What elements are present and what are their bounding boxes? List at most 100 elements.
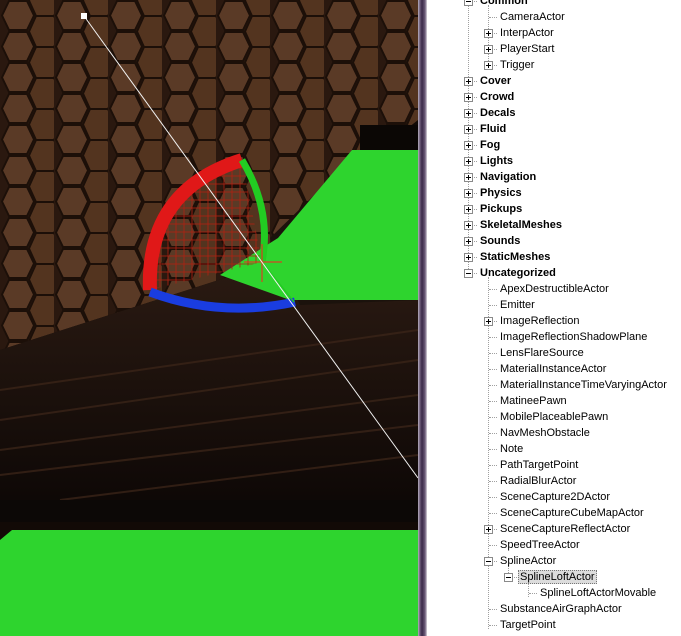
tree-item[interactable]: SpeedTreeActor bbox=[498, 537, 582, 553]
expand-plus-icon[interactable] bbox=[464, 141, 473, 150]
tree-item[interactable]: ApexDestructibleActor bbox=[498, 281, 611, 297]
expand-plus-icon[interactable] bbox=[484, 45, 493, 54]
tree-item[interactable]: SceneCapture2DActor bbox=[498, 489, 612, 505]
tree-item-label: Cover bbox=[480, 75, 512, 87]
expand-plus-icon[interactable] bbox=[464, 237, 473, 246]
mid-dark-band bbox=[0, 500, 418, 522]
tree-connector bbox=[489, 449, 497, 450]
tree-item[interactable]: SkeletalMeshes bbox=[478, 217, 564, 233]
tree-item[interactable]: Note bbox=[498, 441, 525, 457]
tree-item[interactable]: SplineLoftActorMovable bbox=[538, 585, 658, 601]
tree-item[interactable]: Fluid bbox=[478, 121, 508, 137]
tree-item[interactable]: Common bbox=[478, 0, 530, 9]
tree-item[interactable]: RadialBlurActor bbox=[498, 473, 578, 489]
tree-item[interactable]: SplineActor bbox=[498, 553, 558, 569]
tree-item[interactable]: Navigation bbox=[478, 169, 538, 185]
actor-class-tree[interactable]: Common CameraActor InterpActor PlayerStart T… bbox=[427, 0, 681, 636]
tree-connector bbox=[489, 337, 497, 338]
collapse-minus-icon[interactable] bbox=[504, 573, 513, 582]
tree-item[interactable]: MaterialInstanceTimeVaryingActor bbox=[498, 377, 669, 393]
expand-plus-icon[interactable] bbox=[464, 77, 473, 86]
tree-item[interactable]: Uncategorized bbox=[478, 265, 558, 281]
tree-connector bbox=[489, 465, 497, 466]
tree-item[interactable]: StaticMeshes bbox=[478, 249, 552, 265]
tree-item-label: SpeedTreeActor bbox=[500, 539, 580, 551]
level-viewport[interactable] bbox=[0, 0, 418, 636]
expand-plus-icon[interactable] bbox=[464, 189, 473, 198]
tree-item[interactable]: ImageReflectionShadowPlane bbox=[498, 329, 649, 345]
spline-point-handle[interactable] bbox=[81, 13, 87, 19]
tree-item[interactable]: SceneCaptureCubeMapActor bbox=[498, 505, 646, 521]
tree-item-label: Common bbox=[480, 0, 528, 7]
tree-item[interactable]: InterpActor bbox=[498, 25, 556, 41]
expand-plus-icon[interactable] bbox=[464, 157, 473, 166]
tree-connector bbox=[489, 497, 497, 498]
tree-item[interactable]: CameraActor bbox=[498, 9, 567, 25]
tree-item-label: Lights bbox=[480, 155, 513, 167]
expand-plus-icon[interactable] bbox=[464, 221, 473, 230]
tree-item[interactable]: Lights bbox=[478, 153, 515, 169]
tree-connector bbox=[489, 289, 497, 290]
tree-item-label: Note bbox=[500, 443, 524, 455]
expand-plus-icon[interactable] bbox=[464, 253, 473, 262]
expand-plus-icon[interactable] bbox=[464, 93, 473, 102]
tree-connector bbox=[529, 593, 537, 594]
expand-plus-icon[interactable] bbox=[484, 525, 493, 534]
expand-plus-icon[interactable] bbox=[484, 61, 493, 70]
expand-plus-icon[interactable] bbox=[484, 317, 493, 326]
tree-item[interactable]: NavMeshObstacle bbox=[498, 425, 592, 441]
panel-splitter[interactable] bbox=[418, 0, 427, 636]
tree-item[interactable]: Decals bbox=[478, 105, 517, 121]
collapse-minus-icon[interactable] bbox=[484, 557, 493, 566]
tree-item-label: SceneCapture2DActor bbox=[500, 491, 611, 503]
tree-item-label: ImageReflection bbox=[500, 315, 580, 327]
tree-item-label: SplineLoftActor bbox=[518, 570, 597, 584]
tree-item[interactable]: PlayerStart bbox=[498, 41, 556, 57]
tree-item[interactable]: SceneCaptureReflectActor bbox=[498, 521, 632, 537]
tree-connector bbox=[489, 305, 497, 306]
tree-connector bbox=[489, 401, 497, 402]
tree-item[interactable]: LensFlareSource bbox=[498, 345, 586, 361]
tree-item[interactable]: Pickups bbox=[478, 201, 524, 217]
tree-guide-line bbox=[468, 0, 469, 273]
tree-item-label: MobilePlaceablePawn bbox=[500, 411, 609, 423]
tree-item[interactable]: ImageReflection bbox=[498, 313, 582, 329]
collapse-minus-icon[interactable] bbox=[464, 269, 473, 278]
tree-item-label: Navigation bbox=[480, 171, 537, 183]
tree-item-label: SceneCaptureReflectActor bbox=[500, 523, 631, 535]
tree-connector bbox=[489, 353, 497, 354]
viewport-scene[interactable] bbox=[0, 0, 418, 636]
tree-item-label: Trigger bbox=[500, 59, 535, 71]
tree-item[interactable]: MaterialInstanceActor bbox=[498, 361, 608, 377]
expand-plus-icon[interactable] bbox=[464, 125, 473, 134]
tree-item[interactable]: SubstanceAirGraphActor bbox=[498, 601, 624, 617]
tree-item[interactable]: Cover bbox=[478, 73, 513, 89]
tree-item-label: Physics bbox=[480, 187, 522, 199]
tree-item[interactable]: Trigger bbox=[498, 57, 536, 73]
expand-plus-icon[interactable] bbox=[464, 173, 473, 182]
tree-connector bbox=[489, 513, 497, 514]
tree-item-label: ApexDestructibleActor bbox=[500, 283, 609, 295]
expand-plus-icon[interactable] bbox=[464, 109, 473, 118]
tree-connector bbox=[489, 433, 497, 434]
tree-item[interactable]: Sounds bbox=[478, 233, 522, 249]
tree-item[interactable]: Crowd bbox=[478, 89, 516, 105]
tree-item-label: Emitter bbox=[500, 299, 535, 311]
collapse-minus-icon[interactable] bbox=[464, 0, 473, 6]
expand-plus-icon[interactable] bbox=[464, 205, 473, 214]
tree-item-label: Pickups bbox=[480, 203, 523, 215]
tree-item-label: PathTargetPoint bbox=[500, 459, 579, 471]
tree-item-label: Crowd bbox=[480, 91, 515, 103]
tree-item[interactable]: MobilePlaceablePawn bbox=[498, 409, 610, 425]
tree-item[interactable]: SplineLoftActor bbox=[518, 569, 597, 585]
tree-item[interactable]: Fog bbox=[478, 137, 502, 153]
tree-item[interactable]: MatineePawn bbox=[498, 393, 569, 409]
tree-item[interactable]: Emitter bbox=[498, 297, 537, 313]
tree-item-label: CameraActor bbox=[500, 11, 565, 23]
tree-item[interactable]: PathTargetPoint bbox=[498, 457, 580, 473]
expand-plus-icon[interactable] bbox=[484, 29, 493, 38]
tree-item[interactable]: Physics bbox=[478, 185, 524, 201]
tree-connector bbox=[489, 385, 497, 386]
tree-connector bbox=[489, 625, 497, 626]
tree-item[interactable]: TargetPoint bbox=[498, 617, 558, 633]
